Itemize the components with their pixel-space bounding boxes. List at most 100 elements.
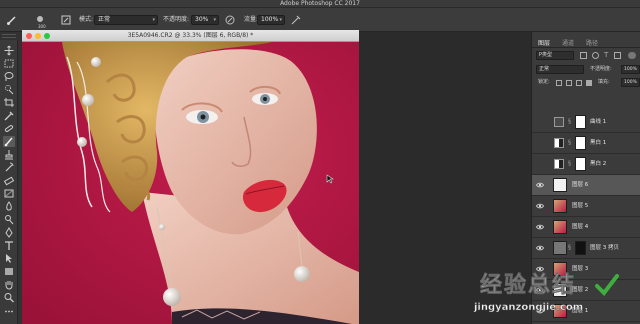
tools-panel-handle[interactable]	[2, 34, 16, 38]
lasso-tool-icon[interactable]	[3, 71, 15, 82]
fill-label: 填充:	[598, 79, 610, 85]
site-watermark: 经验总结 jingyanzongjie.com	[470, 270, 640, 324]
layer-opacity-value: 100%	[624, 67, 637, 72]
filter-pixel-icon[interactable]	[580, 52, 587, 59]
hand-tool-icon[interactable]	[3, 279, 15, 290]
lock-paint-icon[interactable]	[566, 80, 572, 86]
visibility-eye-icon[interactable]	[536, 181, 544, 189]
checkmark-icon	[595, 274, 619, 297]
black-white-adjustment-icon	[554, 138, 564, 148]
app-title-bar: Adobe Photoshop CC 2017	[0, 0, 640, 8]
visibility-eye-icon[interactable]	[536, 202, 544, 210]
layer-name: 图层 3 拷贝	[590, 245, 619, 251]
flow-value: 100%	[261, 16, 279, 23]
layer-name: 黑白 1	[590, 140, 607, 146]
brush-panel-icon[interactable]	[60, 14, 72, 26]
chevron-down-icon: ▾	[213, 17, 216, 23]
fill-field[interactable]: 100%	[621, 78, 640, 87]
airbrush-icon[interactable]	[290, 14, 302, 26]
blend-mode-select[interactable]: 正常 ▾	[94, 15, 158, 25]
mask-link-icon[interactable]: §	[568, 160, 574, 168]
shape-tool-icon[interactable]	[3, 266, 15, 277]
crop-tool-icon[interactable]	[3, 97, 15, 108]
lock-pixels-icon[interactable]	[556, 80, 562, 86]
opacity-field[interactable]: 30% ▾	[191, 15, 219, 25]
pen-tool-icon[interactable]	[3, 227, 15, 238]
more-tools-icon[interactable]	[3, 306, 15, 317]
path-selection-tool-icon[interactable]	[3, 253, 15, 264]
portrait-image	[22, 42, 359, 324]
layer-mask-thumbnail[interactable]	[575, 136, 586, 150]
filter-type-icon[interactable]: T	[604, 51, 608, 59]
layer-name: 曲线 1	[590, 119, 607, 125]
fill-value: 100%	[624, 80, 637, 85]
filter-adjustment-icon[interactable]	[592, 52, 599, 59]
document-title-bar[interactable]: 3E5A0946.CR2 @ 33.3% (图层 6, RGB/8) *	[22, 30, 359, 42]
layer-mask-thumbnail[interactable]	[575, 241, 586, 255]
layer-mask-thumbnail[interactable]	[575, 157, 586, 171]
mode-label: 模式:	[79, 16, 94, 23]
layer-mask-thumbnail[interactable]	[575, 115, 586, 129]
lock-label: 锁定:	[538, 79, 550, 85]
layer-name: 黑白 2	[590, 161, 607, 167]
layer-row-layer-4[interactable]: 图层 4	[532, 217, 640, 238]
mask-link-icon[interactable]: §	[568, 118, 574, 126]
mask-link-icon[interactable]: §	[568, 139, 574, 147]
layer-row-layer-5[interactable]: 图层 5	[532, 196, 640, 217]
tab-layers[interactable]: 图层	[538, 38, 550, 47]
eyedropper-tool-icon[interactable]	[3, 110, 15, 121]
dodge-tool-icon[interactable]	[3, 214, 15, 225]
blur-tool-icon[interactable]	[3, 201, 15, 212]
mask-link-icon[interactable]: §	[568, 244, 574, 252]
layer-blend-mode-select[interactable]: 正常	[536, 65, 584, 74]
brush-tool-icon[interactable]	[3, 136, 15, 147]
brush-tool-icon[interactable]	[6, 14, 18, 26]
layer-filter-row: P类型 T	[532, 51, 640, 62]
layer-name: 图层 6	[572, 182, 589, 188]
quick-select-tool-icon[interactable]	[3, 84, 15, 95]
healing-brush-tool-icon[interactable]	[3, 123, 15, 134]
layer-thumbnail	[553, 241, 567, 255]
layer-thumbnail	[553, 199, 567, 213]
layer-row-bw-2[interactable]: § 黑白 2	[532, 154, 640, 175]
layer-opacity-field[interactable]: 100%	[621, 65, 640, 74]
filter-toggle-icon[interactable]	[628, 52, 636, 59]
document-window: 3E5A0946.CR2 @ 33.3% (图层 6, RGB/8) *	[22, 30, 359, 324]
lock-row: 锁定: 填充: 100%	[532, 78, 640, 89]
clone-stamp-tool-icon[interactable]	[3, 149, 15, 160]
visibility-eye-icon[interactable]	[536, 244, 544, 252]
eraser-tool-icon[interactable]	[3, 175, 15, 186]
flow-field[interactable]: 100% ▾	[257, 15, 285, 25]
document-title: 3E5A0946.CR2 @ 33.3% (图层 6, RGB/8) *	[127, 32, 254, 39]
layer-row-curves-1[interactable]: § 曲线 1	[532, 112, 640, 133]
layer-row-layer-6[interactable]: 图层 6	[532, 175, 640, 196]
blend-row: 正常 不透明度: 100%	[532, 65, 640, 76]
marquee-tool-icon[interactable]	[3, 58, 15, 69]
type-tool-icon[interactable]	[3, 240, 15, 251]
zoom-tool-icon[interactable]	[3, 292, 15, 303]
layer-row-bw-1[interactable]: § 黑白 1	[532, 133, 640, 154]
chevron-down-icon: ▾	[152, 17, 155, 23]
move-tool-icon[interactable]	[3, 45, 15, 56]
lock-all-icon[interactable]	[586, 80, 592, 86]
layer-name: 图层 4	[572, 224, 589, 230]
mouse-cursor-icon	[326, 174, 336, 186]
layer-blend-mode-value: 正常	[539, 66, 550, 72]
visibility-eye-icon[interactable]	[536, 223, 544, 231]
layer-kind-filter[interactable]: P类型	[536, 51, 574, 60]
lock-position-icon[interactable]	[576, 80, 582, 86]
image-canvas[interactable]	[22, 42, 359, 324]
layer-thumbnail	[553, 178, 567, 192]
opacity-value: 30%	[195, 16, 209, 23]
panel-tabs: 图层 通道 路径	[532, 35, 640, 48]
filter-shape-icon[interactable]	[614, 52, 621, 59]
options-bar: 300 模式: 正常 ▾ 不透明度: 30% ▾ 流量: 100% ▾	[0, 8, 640, 32]
pressure-opacity-icon[interactable]	[224, 14, 236, 26]
tab-channels[interactable]: 通道	[562, 38, 574, 47]
blend-mode-value: 正常	[98, 16, 111, 23]
gradient-tool-icon[interactable]	[3, 188, 15, 199]
opacity-label: 不透明度:	[163, 16, 190, 23]
layer-row-layer-3-copy[interactable]: § 图层 3 拷贝	[532, 238, 640, 259]
history-brush-tool-icon[interactable]	[3, 162, 15, 173]
tab-paths[interactable]: 路径	[586, 38, 598, 47]
